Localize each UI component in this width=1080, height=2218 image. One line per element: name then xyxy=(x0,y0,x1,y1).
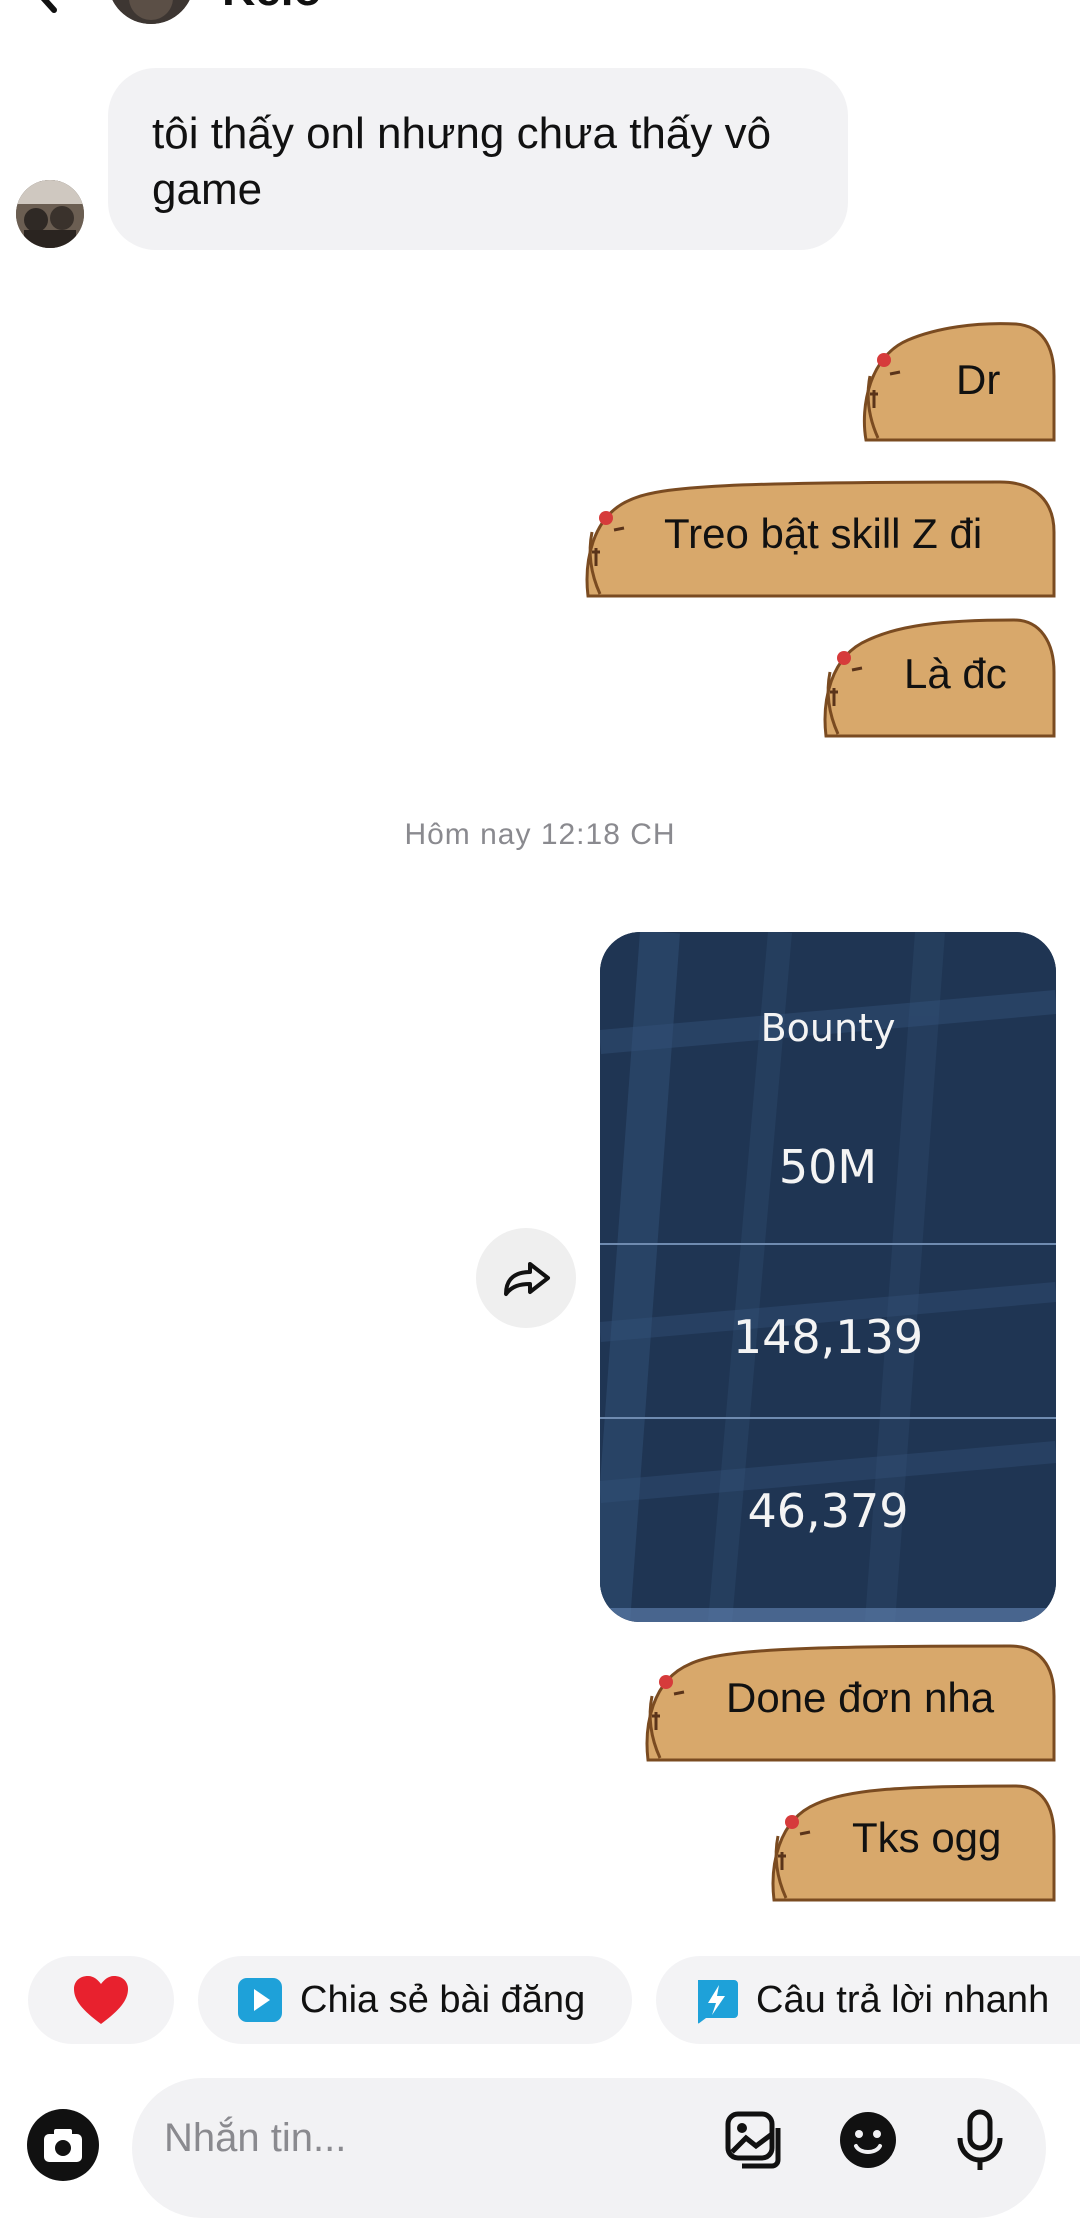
sticker-message-text: Treo bật skill Z đi xyxy=(664,510,983,557)
sticker-message-text: Dr xyxy=(956,356,1001,403)
incoming-message-bubble[interactable]: tôi thấy onl nhưng chưa thấy vô game xyxy=(108,68,848,250)
forward-arrow-icon xyxy=(504,1262,550,1296)
heart-reaction-chip[interactable] xyxy=(28,1956,174,2044)
image-title: Bounty xyxy=(760,1006,896,1050)
sender-avatar[interactable] xyxy=(16,180,84,248)
share-post-chip[interactable]: Chia sẻ bài đăng xyxy=(198,1956,632,2044)
heart-icon xyxy=(74,1976,128,2024)
lightning-icon xyxy=(698,1980,738,2024)
message-timestamp: Hôm nay 12:18 CH xyxy=(404,818,676,851)
star-icon[interactable] xyxy=(866,0,926,16)
image-value: 50M xyxy=(778,1140,878,1194)
quick-reply-label: Câu trả lời nhanh xyxy=(756,1978,1050,2021)
outgoing-sticker-message[interactable]: Là đc xyxy=(818,612,1056,740)
shared-image[interactable]: Bounty 50M 148,139 46,379 xyxy=(600,932,1056,1622)
back-arrow-icon[interactable] xyxy=(14,0,74,20)
sticker-message-text: Là đc xyxy=(904,650,1007,697)
incoming-message-text: tôi thấy onl nhưng chưa thấy vô game xyxy=(152,109,772,214)
forward-button[interactable] xyxy=(476,1228,576,1328)
outgoing-sticker-message[interactable]: Tks ogg xyxy=(766,1776,1056,1904)
quick-reply-chip[interactable]: Câu trả lời nhanh xyxy=(656,1956,1080,2044)
image-value: 148,139 xyxy=(732,1310,924,1364)
contact-avatar[interactable] xyxy=(108,0,194,24)
gallery-icon[interactable] xyxy=(722,2108,786,2172)
play-square-icon xyxy=(238,1978,282,2022)
sticker-message-text: Tks ogg xyxy=(852,1814,1002,1861)
image-value: 46,379 xyxy=(747,1484,909,1538)
share-post-label: Chia sẻ bài đăng xyxy=(300,1978,586,2021)
sticker-message-text: Done đơn nha xyxy=(726,1674,995,1721)
microphone-icon[interactable] xyxy=(948,2108,1012,2172)
message-input[interactable]: Nhắn tin... xyxy=(164,2116,346,2161)
camera-icon[interactable] xyxy=(26,2108,100,2182)
contact-name[interactable]: Kelo xyxy=(222,0,322,16)
outgoing-sticker-message[interactable]: Dr xyxy=(856,316,1056,444)
outgoing-sticker-message[interactable]: Treo bật skill Z đi xyxy=(580,472,1056,600)
sticker-icon[interactable] xyxy=(836,2108,900,2172)
outgoing-sticker-message[interactable]: Done đơn nha xyxy=(640,1636,1056,1764)
